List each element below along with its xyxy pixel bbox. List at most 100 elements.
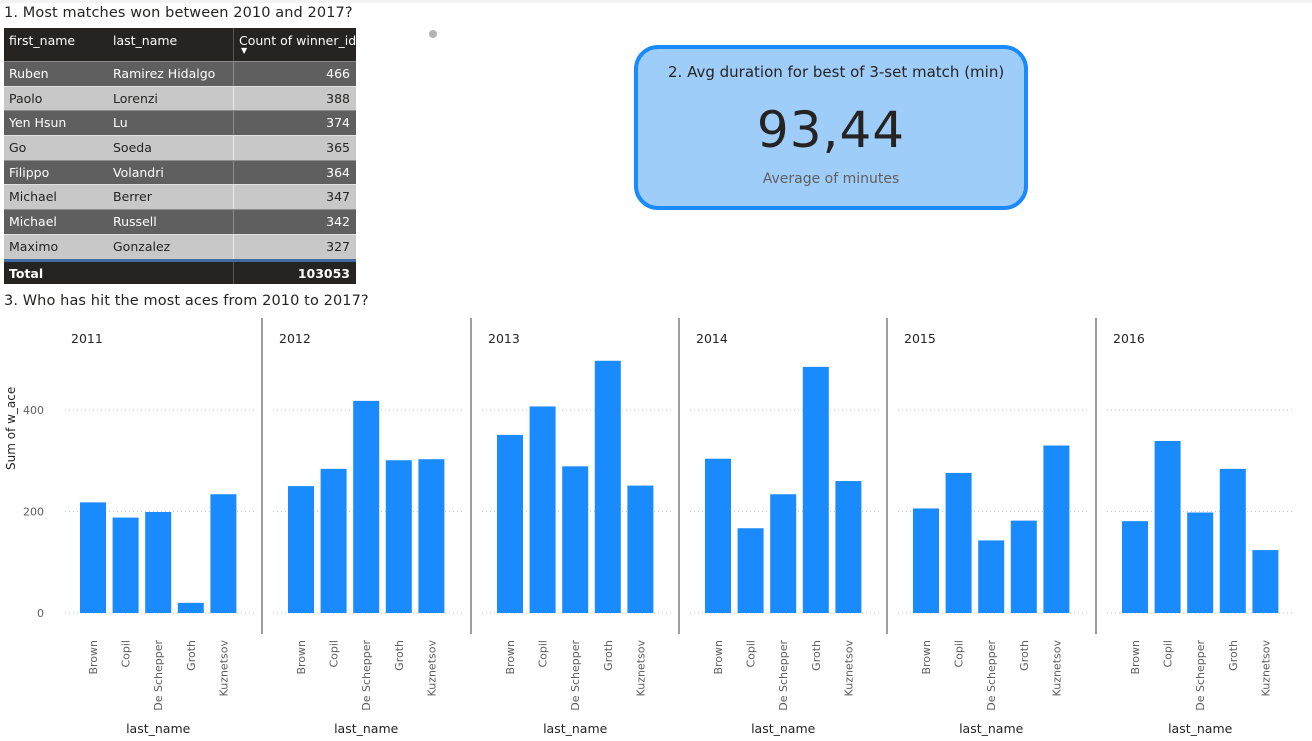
bar[interactable]	[1219, 468, 1246, 613]
panel-title-2016: 2016	[1113, 331, 1145, 346]
x-axis-title: last_name	[543, 721, 608, 736]
bar[interactable]	[418, 459, 445, 613]
aces-small-multiples-chart[interactable]: 0 200 400 2011 Brown Copil De Schepper Groth Kuz…	[0, 312, 1312, 741]
table-row[interactable]: Paolo Lorenzi 388	[4, 85, 356, 111]
bar[interactable]	[177, 602, 204, 613]
x-tick-label: Groth	[393, 640, 406, 671]
x-tick-label: Groth	[185, 640, 198, 671]
bar[interactable]	[705, 458, 731, 613]
bar[interactable]	[353, 400, 380, 613]
panel-title-2012: 2012	[279, 331, 311, 346]
x-tick-label: Kuznetsov	[634, 640, 647, 697]
cell-first-name: Michael	[9, 214, 57, 230]
x-tick-label: Brown	[920, 640, 933, 675]
cell-first-name: Maximo	[9, 238, 59, 254]
panel-title-2013: 2013	[488, 331, 520, 346]
bar[interactable]	[385, 460, 412, 613]
bar[interactable]	[770, 494, 797, 613]
bar[interactable]	[1122, 521, 1148, 613]
bar[interactable]	[802, 366, 829, 613]
bar[interactable]	[594, 360, 621, 613]
column-divider	[233, 160, 234, 185]
x-tick-label: Groth	[1227, 640, 1240, 671]
bar[interactable]	[737, 528, 764, 613]
cell-count-winner-id: 365	[326, 140, 350, 156]
bar[interactable]	[112, 517, 139, 613]
bar[interactable]	[529, 406, 556, 613]
cell-count-winner-id: 388	[326, 90, 350, 106]
sort-descending-icon[interactable]: ▼	[241, 47, 247, 55]
bar[interactable]	[1252, 550, 1279, 613]
bar[interactable]	[288, 486, 314, 613]
total-label: Total	[9, 265, 44, 281]
column-divider	[233, 86, 234, 111]
top-border	[0, 0, 1312, 3]
bar[interactable]	[913, 508, 939, 613]
cell-last-name: Lorenzi	[113, 90, 158, 106]
x-tick-label: Copil	[537, 640, 550, 668]
table-header-row: first_name last_name Count of winner_id …	[4, 28, 356, 61]
column-header-count-winner-id[interactable]: Count of winner_id	[239, 28, 356, 61]
y-tick-label: 0	[37, 607, 44, 620]
bar[interactable]	[1043, 445, 1070, 613]
cell-first-name: Filippo	[9, 164, 50, 180]
x-tick-label: Groth	[1018, 640, 1031, 671]
bar[interactable]	[1187, 512, 1214, 613]
table-row[interactable]: Filippo Volandri 364	[4, 159, 356, 185]
card-title: 2. Avg duration for best of 3-set match …	[668, 63, 1005, 81]
bar[interactable]	[210, 494, 237, 613]
cell-last-name: Volandri	[113, 164, 164, 180]
bar[interactable]	[627, 485, 654, 613]
card-label: Average of minutes	[762, 171, 900, 187]
bar[interactable]	[320, 468, 347, 613]
table-row[interactable]: Go Soeda 365	[4, 135, 356, 160]
x-tick-label: Brown	[87, 640, 100, 675]
bar[interactable]	[1010, 520, 1037, 613]
cell-count-winner-id: 327	[326, 238, 350, 254]
x-tick-label: Copil	[328, 640, 341, 668]
column-header-first-name[interactable]: first_name	[9, 28, 75, 61]
x-tick-label: Groth	[602, 640, 615, 671]
y-tick-label: 400	[23, 404, 44, 417]
column-divider	[233, 28, 234, 61]
bar[interactable]	[978, 540, 1005, 613]
column-divider	[233, 261, 234, 284]
chart-heading: 3. Who has hit the most aces from 2010 t…	[4, 293, 369, 309]
cell-count-winner-id: 364	[326, 164, 350, 180]
avg-duration-card[interactable]: 2. Avg duration for best of 3-set match …	[634, 45, 1028, 210]
x-axis-title: last_name	[959, 721, 1024, 736]
table-row[interactable]: Michael Russell 342	[4, 209, 356, 234]
x-tick-label: Copil	[120, 640, 133, 668]
x-tick-label: Kuznetsov	[217, 640, 230, 697]
x-tick-label: De Schepper	[777, 640, 790, 711]
table-row[interactable]: Yen Hsun Lu 374	[4, 110, 356, 136]
bar[interactable]	[497, 434, 523, 613]
visual-handle-dot[interactable]	[429, 30, 437, 38]
x-tick-label: Copil	[745, 640, 758, 668]
column-header-last-name[interactable]: last_name	[113, 28, 177, 61]
table-row[interactable]: Maximo Gonzalez 327	[4, 233, 356, 259]
x-tick-label: Kuznetsov	[1050, 640, 1063, 697]
x-tick-label: Kuznetsov	[842, 640, 855, 697]
table-row[interactable]: Michael Berrer 347	[4, 184, 356, 210]
bar[interactable]	[835, 481, 862, 613]
table-total-row: Total 103053	[4, 258, 356, 284]
cell-count-winner-id: 347	[326, 189, 350, 205]
cell-count-winner-id: 374	[326, 115, 350, 131]
x-tick-label: Kuznetsov	[1259, 640, 1272, 697]
panel-title-2014: 2014	[696, 331, 728, 346]
cell-first-name: Yen Hsun	[9, 115, 67, 131]
bar[interactable]	[562, 466, 589, 613]
matches-table[interactable]: first_name last_name Count of winner_id …	[4, 28, 356, 284]
bar[interactable]	[80, 502, 106, 613]
card-value: 93,44	[756, 101, 906, 159]
bar[interactable]	[945, 472, 972, 613]
cell-last-name: Ramirez Hidalgo	[113, 66, 216, 81]
table-row[interactable]: Ruben Ramirez Hidalgo 466	[4, 61, 356, 86]
bar[interactable]	[145, 512, 172, 613]
x-axis-title: last_name	[126, 721, 191, 736]
bar[interactable]	[1154, 440, 1181, 613]
cell-count-winner-id: 342	[326, 214, 350, 230]
x-tick-label: De Schepper	[1194, 640, 1207, 711]
cell-count-winner-id: 466	[326, 66, 350, 81]
